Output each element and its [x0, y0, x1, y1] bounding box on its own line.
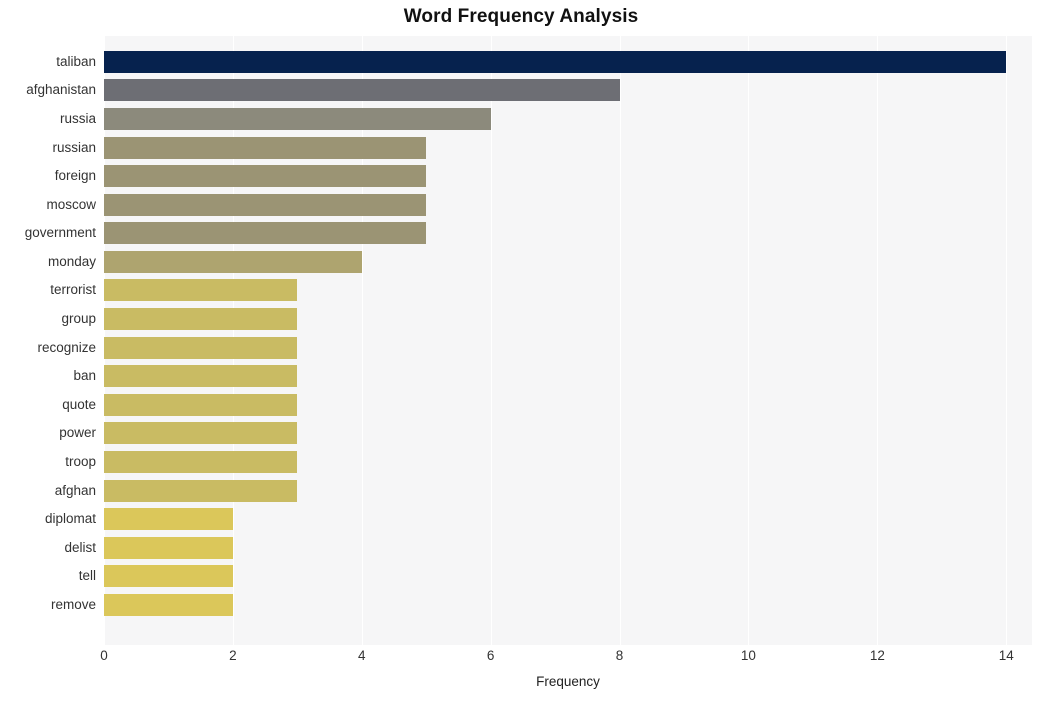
y-axis-tick-label: taliban	[56, 53, 96, 69]
y-axis-tick-label: power	[59, 425, 96, 441]
bar[interactable]	[104, 422, 298, 445]
y-axis-tick-label: recognize	[37, 339, 96, 355]
bar[interactable]	[104, 250, 362, 273]
x-axis-tick-labels: 0 2 4 6 8 10 12 14	[100, 648, 1032, 670]
y-axis-tick-label: quote	[62, 396, 96, 412]
y-axis-tick-label: remove	[50, 596, 96, 612]
bar[interactable]	[104, 451, 298, 473]
y-axis-tick-label: troop	[65, 454, 96, 469]
bar[interactable]	[104, 508, 233, 531]
x-axis-tick-label: 14	[998, 648, 1014, 663]
y-axis-tick-label: tell	[78, 568, 96, 584]
y-axis-tick-label: delist	[64, 539, 96, 555]
y-axis-tick-label: monday	[47, 253, 96, 269]
bar[interactable]	[104, 365, 298, 388]
bar[interactable]	[104, 279, 298, 302]
bar[interactable]	[104, 50, 1007, 73]
word-frequency-chart: Word Frequency Analysis taliban afghanist…	[0, 0, 1042, 701]
y-axis-tick-label: government	[24, 225, 96, 241]
x-axis-tick-label: 6	[486, 648, 495, 663]
y-axis-tick-label: diplomat	[44, 511, 96, 527]
x-axis-tick-label: 8	[615, 648, 624, 663]
bar[interactable]	[104, 222, 427, 245]
bar[interactable]	[104, 336, 298, 359]
y-axis-tick-labels: taliban afghanistan russia russian foreign mo…	[0, 36, 96, 645]
y-axis-tick-label: group	[61, 311, 96, 327]
bar[interactable]	[104, 79, 620, 102]
bars-layer	[104, 36, 1032, 645]
x-axis-tick-label: 4	[358, 648, 366, 663]
y-axis-tick-label: terrorist	[50, 282, 96, 298]
y-axis-tick-label: afghanistan	[26, 82, 96, 98]
x-axis-tick-label: 12	[869, 648, 885, 663]
y-axis-tick-label: ban	[73, 368, 96, 384]
y-axis-tick-label: russian	[52, 139, 96, 155]
bar[interactable]	[104, 107, 491, 130]
bar[interactable]	[104, 593, 233, 616]
bar[interactable]	[104, 393, 298, 416]
bar[interactable]	[104, 565, 233, 588]
y-axis-tick-label: russia	[59, 110, 96, 126]
bar[interactable]	[104, 536, 233, 559]
plot-area	[104, 36, 1032, 645]
y-axis-tick-label: moscow	[46, 196, 96, 212]
bar[interactable]	[104, 308, 298, 331]
x-axis-tick-label: 0	[100, 648, 108, 663]
bar[interactable]	[104, 193, 427, 216]
bar[interactable]	[104, 165, 427, 188]
x-axis-tick-label: 2	[229, 648, 237, 663]
bar[interactable]	[104, 479, 298, 502]
x-axis-label: Frequency	[536, 674, 600, 689]
y-axis-tick-label: afghan	[54, 482, 96, 498]
y-axis-tick-label: foreign	[54, 168, 96, 184]
bar[interactable]	[104, 136, 427, 159]
x-axis-tick-label: 10	[740, 648, 756, 663]
chart-title: Word Frequency Analysis	[403, 6, 639, 27]
